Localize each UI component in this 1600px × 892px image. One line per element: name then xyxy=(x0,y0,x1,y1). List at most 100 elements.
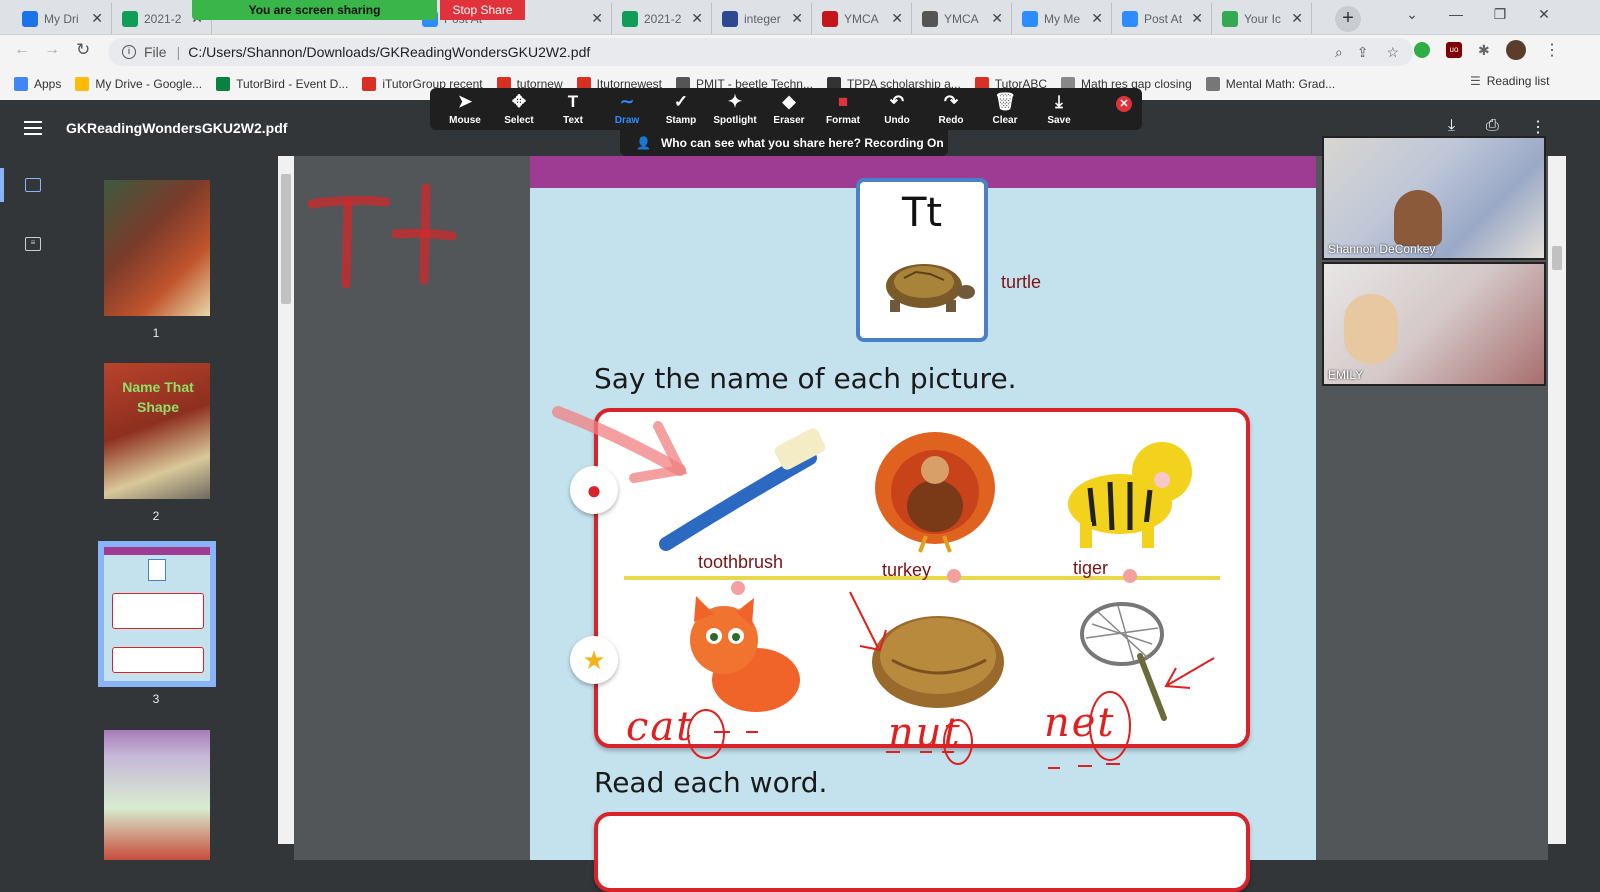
restore-icon[interactable]: ❐ xyxy=(1478,0,1522,30)
browser-tab[interactable]: My Me ✕ xyxy=(1014,3,1112,34)
browser-tab[interactable]: integer ✕ xyxy=(714,3,812,34)
minimize-icon[interactable]: — xyxy=(1434,0,1478,30)
stamp-icon: ✓ xyxy=(673,92,689,111)
google-drive-icon xyxy=(22,10,38,27)
bookmark-item[interactable]: My Drive - Google... xyxy=(75,77,202,91)
zoom-icon xyxy=(1122,10,1138,27)
bookmark-item[interactable]: Apps xyxy=(14,77,61,91)
tab-title: My Me xyxy=(1044,11,1080,26)
extensions-puzzle-icon[interactable]: ✱ xyxy=(1478,42,1494,58)
page-number-3: 3 xyxy=(152,692,160,706)
reading-list[interactable]: ☰ Reading list xyxy=(1470,74,1549,88)
eraser-icon: ◆ xyxy=(782,92,796,111)
close-tab-icon[interactable]: ✕ xyxy=(985,10,1003,27)
reading-list-icon: ☰ xyxy=(1470,74,1481,88)
pdf-menu-icon[interactable] xyxy=(24,120,42,136)
annotate-eraser-button[interactable]: ◆ Eraser xyxy=(762,92,816,127)
zoom-annotation-toolbar: ➤ Mouse ✥ Select T Text ∼ Draw ✓ Stamp ✦ Spotlight ◆… xyxy=(430,88,1142,130)
bookmark-item[interactable]: Mental Math: Grad... xyxy=(1205,77,1336,91)
close-tab-icon[interactable]: ✕ xyxy=(585,10,603,27)
tab-title: integer xyxy=(744,11,781,26)
address-bar[interactable]: i File | C:/Users/Shannon/Downloads/GKRe… xyxy=(108,38,1413,66)
recording-notice[interactable]: 👤 Who can see what you share here? Recor… xyxy=(620,130,948,156)
url-text[interactable]: C:/Users/Shannon/Downloads/GKReadingWond… xyxy=(188,44,590,60)
back-icon[interactable]: ← xyxy=(14,41,30,59)
sidebar-scrollbar[interactable] xyxy=(278,156,294,844)
annotate-save-button[interactable]: ⤓ Save xyxy=(1032,93,1086,127)
close-tab-icon[interactable]: ✕ xyxy=(685,10,703,27)
close-tab-icon[interactable]: ✕ xyxy=(1285,10,1303,27)
forward-icon[interactable]: → xyxy=(44,41,60,59)
browser-tab[interactable]: 2021-2✕ xyxy=(614,3,712,34)
new-tab-button[interactable]: + xyxy=(1335,6,1361,32)
close-tab-icon[interactable]: ✕ xyxy=(85,10,103,27)
bookmark-icon xyxy=(1205,77,1220,91)
print-icon[interactable]: ⎙ xyxy=(1486,117,1499,135)
close-window-icon[interactable]: ✕ xyxy=(1522,0,1566,30)
close-tab-icon[interactable]: ✕ xyxy=(885,10,903,27)
stop-share-button[interactable]: Stop Share xyxy=(440,0,525,20)
annotate-draw-button[interactable]: ∼ Draw xyxy=(600,92,654,127)
page-thumbnail-3-selected[interactable] xyxy=(98,541,216,687)
participant-name-student: EMILY xyxy=(1328,368,1364,382)
bookmark-label: Mental Math: Grad... xyxy=(1225,77,1336,91)
thumbnails-view-icon[interactable] xyxy=(25,178,41,192)
url-separator: | xyxy=(176,44,181,60)
pdf-scrollbar[interactable] xyxy=(1548,156,1566,844)
share-page-icon[interactable]: ⇪ xyxy=(1357,44,1369,61)
close-tab-icon[interactable]: ✕ xyxy=(1085,10,1103,27)
tab-search-icon[interactable]: ⌄ xyxy=(1390,0,1434,30)
reload-icon[interactable]: ↻ xyxy=(76,40,90,60)
handwritten-cat: cat xyxy=(626,704,695,750)
annotate-label: Mouse xyxy=(449,115,481,126)
browser-tab[interactable]: YMCA ✕ xyxy=(914,3,1012,34)
read-prompt: Read each word. xyxy=(594,766,828,799)
download-icon[interactable]: ⤓ xyxy=(1448,117,1455,135)
annotate-spotlight-button[interactable]: ✦ Spotlight xyxy=(708,92,762,127)
page-thumbnail-2[interactable]: Name That Shape xyxy=(104,363,210,499)
letter-card-text: Tt xyxy=(901,190,943,236)
video-tile-student[interactable]: EMILY xyxy=(1322,262,1546,386)
pdf-more-icon[interactable]: ⋮ xyxy=(1530,117,1546,137)
info-icon[interactable]: i xyxy=(122,45,136,59)
close-tab-icon[interactable]: ✕ xyxy=(785,10,803,27)
profile-avatar[interactable] xyxy=(1506,40,1526,60)
thumb-2-title: Name That Shape xyxy=(122,379,194,415)
page-thumbnail-1[interactable] xyxy=(104,180,210,316)
browser-tab[interactable]: My Dri ✕ xyxy=(14,3,112,34)
recording-notice-text: Who can see what you share here? Recordi… xyxy=(660,136,944,150)
annotate-mouse-button[interactable]: ➤ Mouse xyxy=(438,92,492,127)
tab-title: YMCA xyxy=(944,11,979,26)
pdf-scroll-thumb[interactable] xyxy=(1552,246,1562,270)
close-annotation-icon[interactable]: ✕ xyxy=(1116,96,1132,112)
annotate-text-button[interactable]: T Text xyxy=(546,93,600,127)
outline-view-icon[interactable]: ≡ xyxy=(25,237,41,251)
bookmark-icon xyxy=(75,77,90,91)
browser-tab[interactable]: Post At✕ xyxy=(1114,3,1212,34)
sidebar-scroll-thumb[interactable] xyxy=(281,174,291,304)
extension-green-icon[interactable] xyxy=(1414,42,1430,58)
spotlight-icon: ✦ xyxy=(727,92,743,111)
annotate-stamp-button[interactable]: ✓ Stamp xyxy=(654,92,708,127)
close-tab-icon[interactable]: ✕ xyxy=(1185,10,1203,27)
browser-tab[interactable]: Your Ic ✕ xyxy=(1214,3,1312,34)
video-tile-host[interactable]: Shannon DeConkey xyxy=(1322,136,1546,260)
page-thumbnail-4[interactable] xyxy=(104,730,210,860)
ublock-icon[interactable]: uo xyxy=(1446,42,1462,58)
annotate-label: Clear xyxy=(992,115,1018,126)
bookmark-star-icon[interactable]: ☆ xyxy=(1386,44,1399,61)
zoom-search-icon[interactable]: ⌕ xyxy=(1335,44,1343,61)
mouse-pointer-icon: ➤ xyxy=(457,92,473,111)
annotate-format-button[interactable]: ■ Format xyxy=(816,93,870,127)
bookmark-item[interactable]: TutorBird - Event D... xyxy=(216,77,348,91)
draw-icon: ∼ xyxy=(619,92,635,111)
annotate-redo-button[interactable]: ↷ Redo xyxy=(924,93,978,127)
web-icon xyxy=(922,10,938,27)
annotate-clear-button[interactable]: 🗑 Clear xyxy=(978,93,1032,127)
annotate-select-button[interactable]: ✥ Select xyxy=(492,93,546,127)
annotate-undo-button[interactable]: ↶ Undo xyxy=(870,93,924,127)
browser-menu-icon[interactable]: ⋮ xyxy=(1544,40,1560,60)
ymca-icon xyxy=(822,10,838,27)
reading-list-label: Reading list xyxy=(1486,74,1550,88)
browser-tab[interactable]: YMCA ✕ xyxy=(814,3,912,34)
